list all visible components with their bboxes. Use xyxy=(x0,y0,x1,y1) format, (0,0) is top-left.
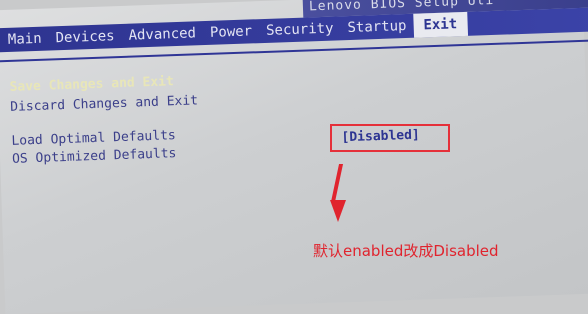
annotation-highlight-box xyxy=(330,124,450,152)
menu-advanced[interactable]: Advanced xyxy=(121,21,203,48)
menu-exit[interactable]: Exit xyxy=(413,11,468,38)
menu-main[interactable]: Main xyxy=(0,27,49,53)
option-os-optimized-defaults[interactable]: OS Optimized Defaults xyxy=(12,146,177,168)
menu-power[interactable]: Power xyxy=(203,19,260,45)
menu-devices[interactable]: Devices xyxy=(48,24,122,51)
menu-startup[interactable]: Startup xyxy=(340,14,414,41)
option-save-changes-and-exit[interactable]: Save Changes and Exit xyxy=(9,74,174,96)
annotation-arrow-head-icon xyxy=(330,200,346,222)
menu-security[interactable]: Security xyxy=(259,16,341,43)
annotation-text: 默认enabled改成Disabled xyxy=(313,242,499,260)
bios-menubar: Main Devices Advanced Power Security Sta… xyxy=(0,7,588,53)
bios-screen: Lenovo BIOS Setup Uti Main Devices Advan… xyxy=(0,0,588,314)
option-discard-changes-and-exit[interactable]: Discard Changes and Exit xyxy=(10,93,198,116)
